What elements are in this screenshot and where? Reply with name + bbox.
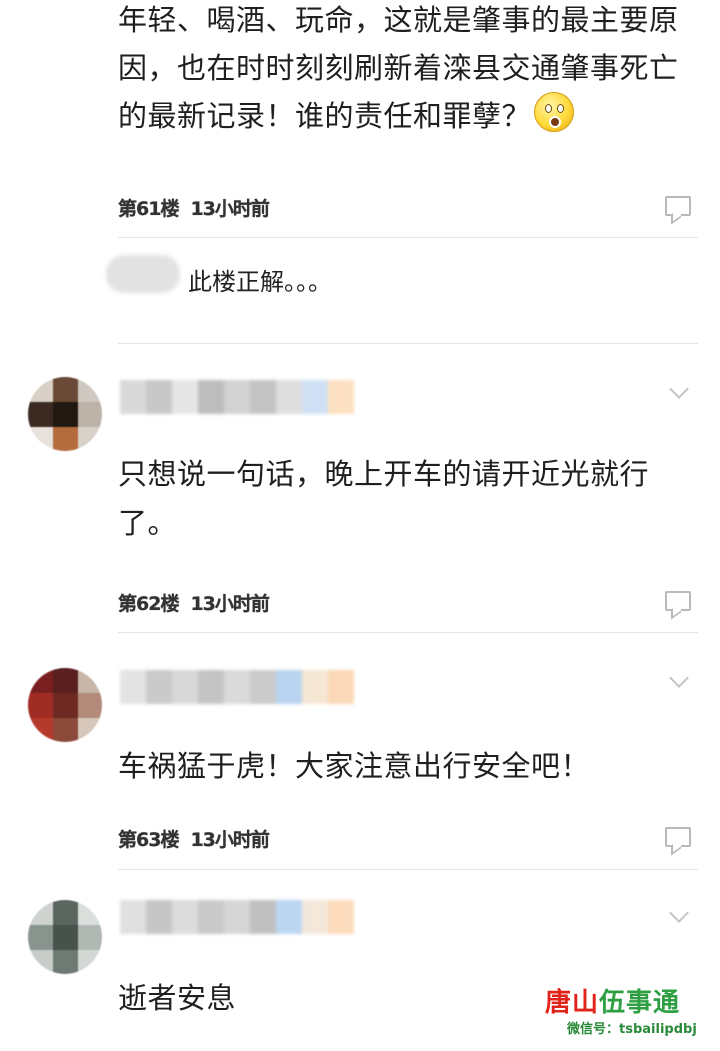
divider (118, 869, 698, 870)
reply-avatar (106, 255, 180, 293)
post-text-line-2: 因，也在时时刻刻刷新着滦县交通肇事死亡 (118, 51, 679, 85)
comment-text-line-1: 车祸猛于虎！大家注意出行安全吧！ (118, 749, 591, 783)
watermark-red-text: 唐山 (545, 988, 600, 1018)
divider (118, 632, 698, 633)
comment-text-line-1: 逝者安息 (118, 981, 237, 1015)
comment-meta: 第63楼 13小时前 (118, 825, 281, 852)
chevron-down-icon[interactable] (669, 668, 689, 688)
post-text-line-1: 年轻、喝酒、玩命，这就是肇事的最主要原 (118, 3, 679, 37)
floor-number: 第62楼 (118, 593, 179, 615)
username-blurred[interactable] (120, 380, 354, 414)
reply-text: 此楼正解。。。 (188, 268, 332, 296)
username-blurred[interactable] (120, 670, 354, 704)
post-time: 13小时前 (190, 198, 269, 220)
astonished-face-icon (534, 92, 574, 132)
comment-bubble-icon[interactable] (665, 827, 691, 847)
watermark-subtext: 微信号：tsbailipdbj (567, 1022, 697, 1037)
comment-time: 13小时前 (190, 829, 269, 851)
comment-bubble-icon[interactable] (665, 591, 691, 611)
avatar[interactable] (28, 377, 102, 451)
chevron-down-icon[interactable] (669, 903, 689, 923)
comment-meta: 第62楼 13小时前 (118, 589, 281, 616)
post-text-line-3: 的最新记录！谁的责任和罪孽？ (118, 99, 532, 133)
comment-text-line-1: 只想说一句话，晚上开车的请开近光就行 (118, 457, 650, 491)
floor-number: 第63楼 (118, 829, 179, 851)
divider (118, 237, 698, 238)
username-blurred[interactable] (120, 900, 354, 934)
comment-time: 13小时前 (190, 593, 269, 615)
divider (118, 343, 698, 344)
chevron-down-icon[interactable] (669, 379, 689, 399)
watermark-logo: 唐山伍事通 微信号：tsbailipdbj (545, 982, 715, 1042)
comment-text-line-2: 了。 (118, 506, 178, 540)
comment-bubble-icon[interactable] (665, 196, 691, 216)
avatar[interactable] (28, 900, 102, 974)
watermark-green-text: 伍事通 (599, 988, 681, 1018)
floor-number: 第61楼 (118, 198, 179, 220)
avatar[interactable] (28, 668, 102, 742)
post-meta: 第61楼 13小时前 (118, 194, 281, 221)
